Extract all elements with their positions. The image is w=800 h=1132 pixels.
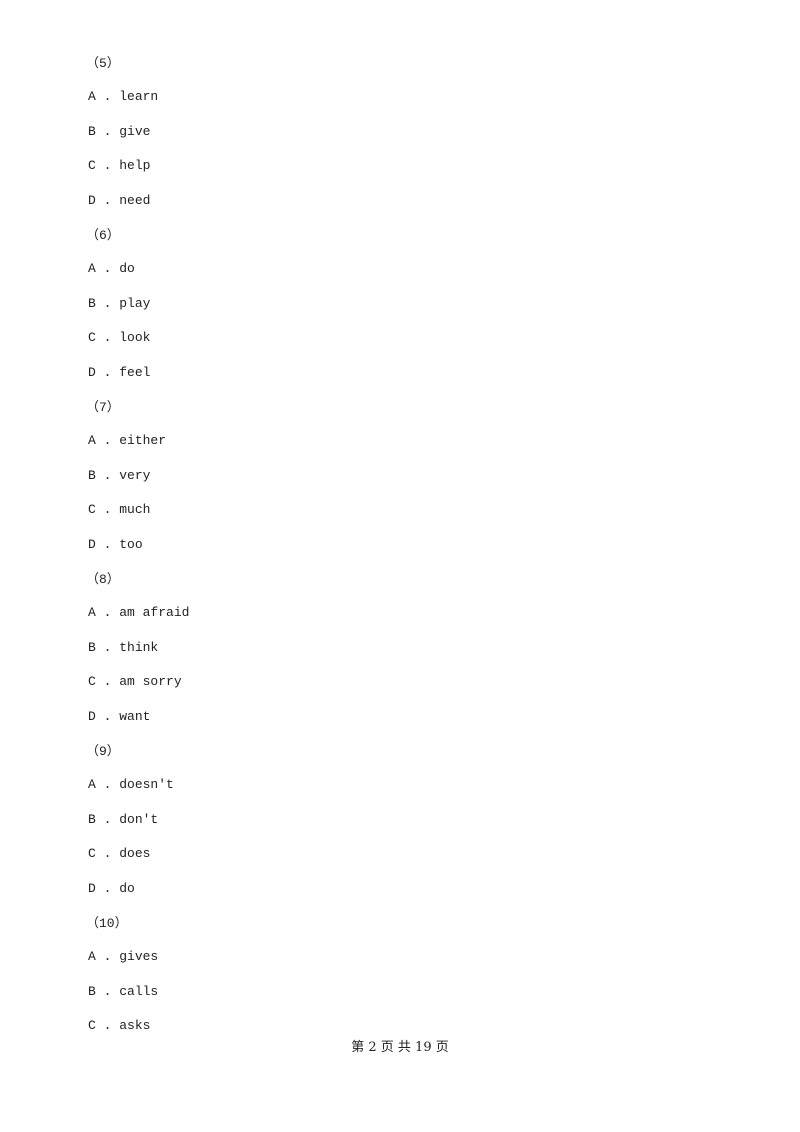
question-number: （6） (86, 228, 120, 243)
option-separator: . (95, 467, 120, 483)
option-separator: . (95, 674, 120, 689)
option-separator: . (95, 846, 120, 861)
option-text: doesn't (119, 777, 174, 792)
option-text: does (119, 846, 151, 861)
option-text: learn (119, 89, 159, 104)
option-letter: D (88, 536, 96, 552)
option-text: am afraid (119, 605, 190, 620)
option-text: feel (119, 364, 151, 380)
answer-option: A . doesn't (88, 777, 174, 792)
option-text: give (119, 123, 151, 139)
question-number: （10） (86, 916, 128, 931)
answer-option: C . does (88, 846, 150, 861)
option-letter: C (88, 502, 96, 517)
option-letter: B (88, 123, 96, 139)
question-number: （5） (86, 56, 120, 71)
option-separator: . (95, 89, 120, 104)
answer-option: C . asks (88, 1018, 150, 1033)
option-separator: . (95, 295, 120, 311)
option-letter: C (88, 158, 96, 173)
question-number: （7） (86, 400, 120, 415)
option-text: much (119, 502, 151, 517)
answer-option: B . think (88, 640, 158, 655)
answer-option: B . don't (88, 812, 158, 827)
option-letter: A (88, 261, 96, 276)
option-text: do (119, 880, 135, 896)
answer-option: B . give (88, 124, 150, 139)
option-letter: C (88, 674, 96, 689)
option-text: want (119, 708, 151, 724)
option-letter: D (88, 364, 96, 380)
option-text: very (119, 467, 151, 483)
option-text: need (119, 192, 151, 208)
answer-option: C . look (88, 330, 150, 345)
answer-option: C . help (88, 158, 150, 173)
option-letter: C (88, 330, 96, 345)
answer-option: A . do (88, 261, 135, 276)
option-text: either (119, 433, 167, 448)
option-separator: . (95, 433, 120, 448)
option-text: think (119, 639, 159, 655)
option-separator: . (95, 949, 120, 964)
answer-option: B . very (88, 468, 150, 483)
option-letter: B (88, 983, 96, 999)
answer-option: D . do (88, 881, 135, 896)
option-separator: . (95, 1018, 120, 1033)
option-text: am sorry (119, 674, 182, 689)
option-letter: B (88, 639, 96, 655)
option-separator: . (95, 605, 120, 620)
option-text: play (119, 295, 151, 311)
option-separator: . (95, 364, 120, 380)
option-separator: . (95, 330, 120, 345)
answer-option: A . am afraid (88, 605, 189, 620)
option-separator: . (95, 536, 120, 552)
option-separator: . (95, 502, 120, 517)
option-text: calls (119, 983, 159, 999)
answer-option: A . gives (88, 949, 158, 964)
answer-option: D . too (88, 537, 143, 552)
option-separator: . (95, 708, 120, 724)
answer-option: A . learn (88, 89, 158, 104)
answer-option: D . want (88, 709, 150, 724)
option-letter: A (88, 433, 96, 448)
option-letter: C (88, 846, 96, 861)
option-letter: C (88, 1018, 96, 1033)
answer-option: C . much (88, 502, 150, 517)
option-text: gives (119, 949, 159, 964)
option-text: too (119, 536, 143, 552)
answer-option: B . calls (88, 984, 158, 999)
option-letter: B (88, 811, 96, 827)
page-footer: 第 2 页 共 19 页 (351, 1040, 449, 1055)
option-letter: A (88, 949, 96, 964)
answer-option: B . play (88, 296, 150, 311)
option-text: look (119, 330, 151, 345)
option-separator: . (95, 983, 120, 999)
option-letter: B (88, 467, 96, 483)
option-separator: . (95, 811, 120, 827)
option-letter: A (88, 89, 96, 104)
option-separator: . (95, 639, 120, 655)
option-letter: A (88, 777, 96, 792)
question-number: （9） (86, 744, 120, 759)
option-text: don't (119, 811, 159, 827)
option-separator: . (95, 261, 120, 276)
option-text: do (119, 261, 135, 276)
option-letter: A (88, 605, 96, 620)
option-letter: D (88, 880, 96, 896)
answer-option: D . feel (88, 365, 150, 380)
answer-option: C . am sorry (88, 674, 182, 689)
option-text: asks (119, 1018, 151, 1033)
option-separator: . (95, 158, 120, 173)
option-separator: . (95, 123, 120, 139)
answer-option: D . need (88, 193, 150, 208)
option-separator: . (95, 192, 120, 208)
question-number: （8） (86, 572, 120, 587)
option-separator: . (95, 880, 120, 896)
option-letter: B (88, 295, 96, 311)
answer-option: A . either (88, 433, 166, 448)
option-separator: . (95, 777, 120, 792)
option-text: help (119, 158, 151, 173)
option-letter: D (88, 192, 96, 208)
option-letter: D (88, 708, 96, 724)
